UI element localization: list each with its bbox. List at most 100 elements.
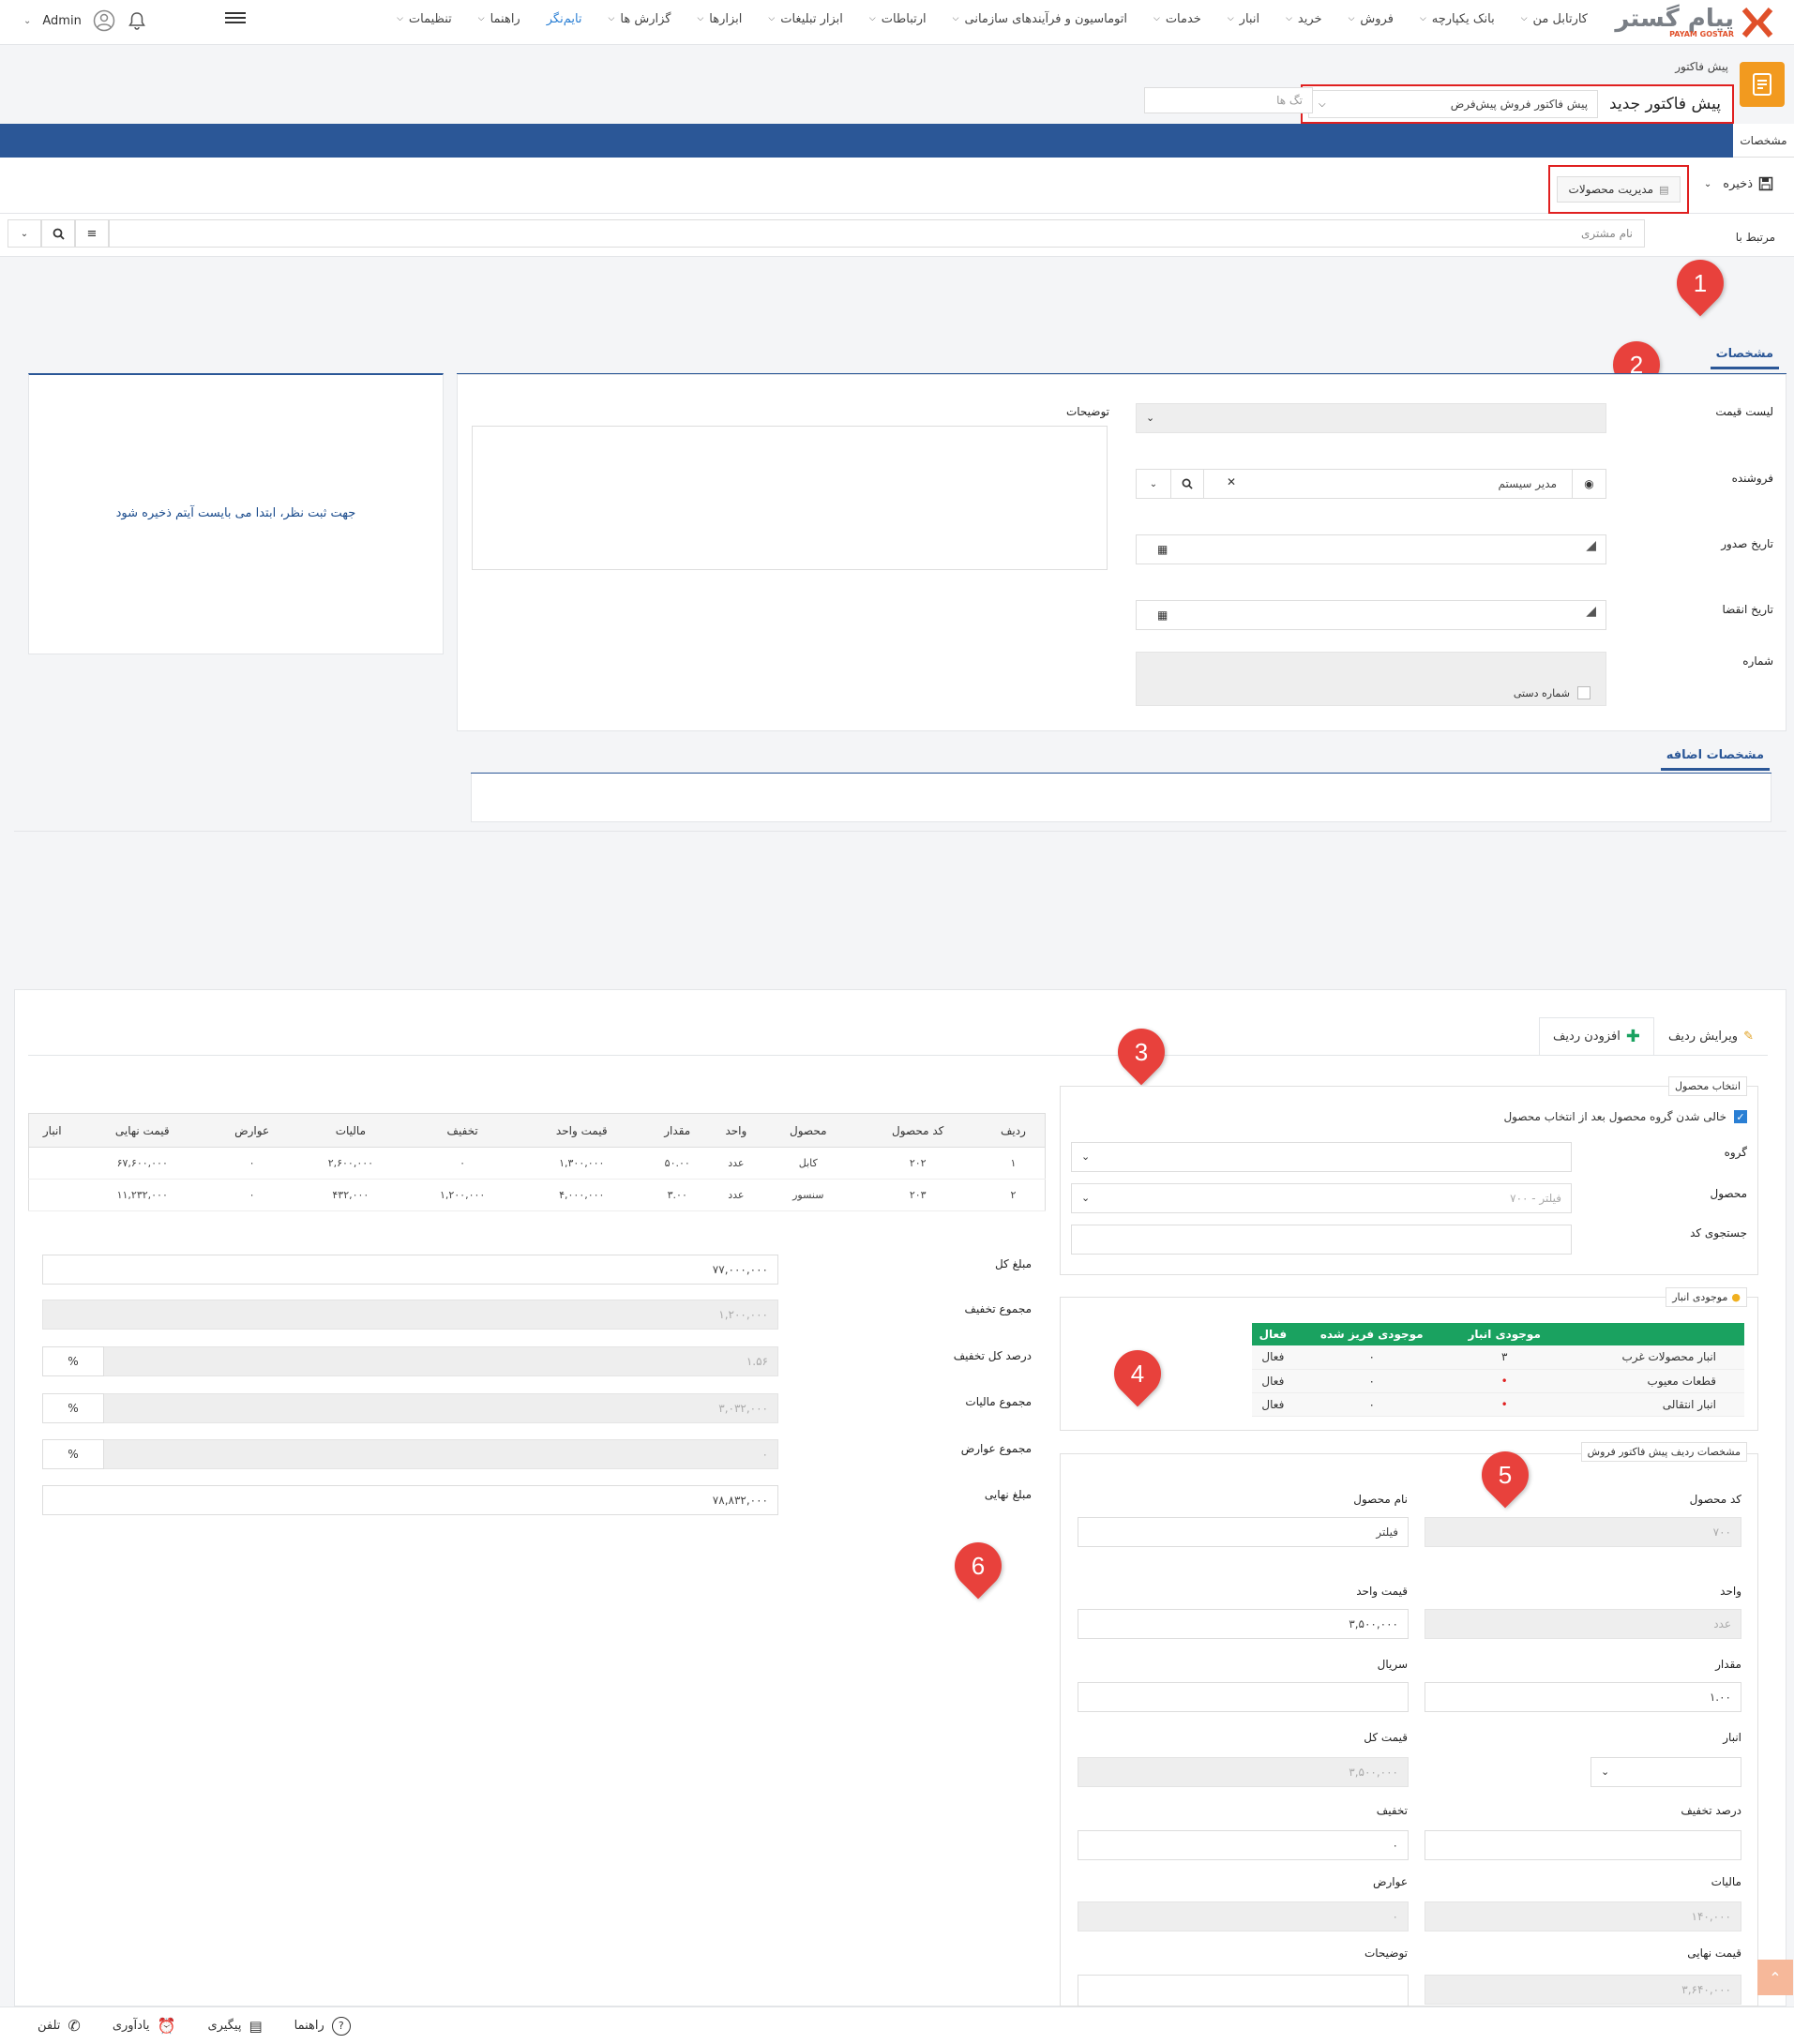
discount-input[interactable]: ۰: [1078, 1830, 1409, 1860]
callout-marker-3: 3: [1108, 1018, 1175, 1087]
tab-add-row[interactable]: ✚ افزودن ردیف: [1538, 1017, 1654, 1055]
table-cell: ۱,۳۰۰,۰۰۰: [518, 1147, 645, 1180]
menu-item[interactable]: ابزار تبلیغات ⌵: [768, 12, 843, 26]
code-search-input[interactable]: [1071, 1225, 1572, 1255]
user-name[interactable]: Admin: [42, 14, 81, 28]
chevron-down-icon: ⌵: [1153, 14, 1160, 23]
warning-icon: ●: [1731, 1291, 1741, 1303]
table-cell: ۲۰۲: [853, 1147, 982, 1180]
plus-icon: ✚: [1625, 1027, 1640, 1046]
expire-date-input[interactable]: ▦ ◢: [1136, 600, 1606, 630]
table-header[interactable]: محصول: [762, 1113, 854, 1148]
search-icon[interactable]: [41, 219, 75, 248]
menu-item[interactable]: ابزارها ⌵: [697, 12, 742, 26]
table-header[interactable]: مقدار: [644, 1113, 710, 1148]
save-button[interactable]: ذخیره ⌄: [1704, 176, 1773, 191]
menu-item[interactable]: خدمات ⌵: [1153, 12, 1201, 26]
group-select[interactable]: ⌄: [1071, 1142, 1572, 1172]
table-cell: •: [1449, 1392, 1560, 1417]
menu-item[interactable]: خرید ⌵: [1286, 12, 1321, 26]
menu-item[interactable]: کارتابل من ⌵: [1521, 12, 1588, 26]
table-row[interactable]: ۲ ۲۰۳ سنسور عدد ۳.۰۰ ۴,۰۰۰,۰۰۰ ۱,۲۰۰,۰۰۰ ۴۳۲,۰۰…: [28, 1179, 1046, 1211]
chevron-down-icon[interactable]: ⌄: [1137, 470, 1170, 498]
hamburger-menu-icon[interactable]: [225, 9, 246, 28]
table-header[interactable]: کد محصول: [853, 1113, 982, 1148]
menu-item[interactable]: اتوماسیون و فرآیندهای سازمانی ⌵: [953, 12, 1127, 26]
table-row[interactable]: ۱ ۲۰۲ کابل عدد ۵۰.۰۰ ۱,۳۰۰,۰۰۰ ۰ ۲,۶۰۰,۰۰۰ ۰ ۶۷,۶…: [28, 1147, 1046, 1180]
menu-item[interactable]: تایم‌نگر: [547, 12, 582, 26]
description-label: توضیحات: [1065, 405, 1109, 418]
menu-item[interactable]: بانک یکپارچه ⌵: [1420, 12, 1495, 26]
menu-item[interactable]: ارتباطات ⌵: [869, 12, 927, 26]
table-header[interactable]: عوارض: [208, 1113, 295, 1148]
tab-specs-top[interactable]: مشخصات: [1733, 124, 1794, 158]
table-header[interactable]: ردیف: [981, 1113, 1046, 1148]
menu-item[interactable]: راهنما ⌵: [478, 12, 520, 26]
serial-label: سریال: [1377, 1658, 1408, 1671]
table-header[interactable]: انبار: [28, 1113, 76, 1148]
footer-help[interactable]: راهنما ?: [294, 2016, 351, 2036]
percent-toggle[interactable]: %: [42, 1346, 104, 1376]
menu-item[interactable]: انبار ⌵: [1228, 12, 1259, 26]
clear-group-checkbox[interactable]: ✓ خالی شدن گروه محصول بعد از انتخاب محصو…: [1503, 1110, 1747, 1123]
quote-type-select[interactable]: پیش فاکتور فروش پیش‌فرض ⌵: [1308, 90, 1599, 118]
tab-specs[interactable]: مشخصات: [1710, 347, 1779, 369]
qty-label: مقدار: [1715, 1658, 1741, 1671]
breadcrumb[interactable]: پیش فاکتور: [1675, 60, 1728, 73]
search-icon[interactable]: [1170, 470, 1204, 498]
footer-reminder[interactable]: یادآوری ⏰: [113, 2017, 176, 2035]
clear-icon[interactable]: ✕: [1227, 475, 1236, 488]
name-input[interactable]: فیلتر: [1078, 1517, 1409, 1547]
table-cell: ۰: [1293, 1369, 1450, 1393]
menu-item[interactable]: فروش ⌵: [1349, 12, 1394, 26]
table-header[interactable]: قیمت نهایی: [75, 1113, 209, 1148]
price-list-select[interactable]: ⌄: [1136, 403, 1606, 433]
footer-followup[interactable]: پیگیری ▤: [207, 2018, 262, 2035]
target-icon[interactable]: ◉: [1572, 470, 1606, 498]
footer-phone[interactable]: تلفن ✆: [38, 2017, 81, 2035]
tags-input[interactable]: تگ ها: [1144, 87, 1313, 113]
seller-label: فروشنده: [1731, 472, 1773, 485]
bell-icon[interactable]: [127, 10, 147, 31]
note-message: جهت ثبت نظر، ابتدا می بایست آیتم ذخیره ش…: [115, 506, 356, 520]
product-manager-button[interactable]: ▤ مدیریت محصولات: [1556, 176, 1681, 203]
unit-label: واحد: [1720, 1585, 1741, 1598]
product-select[interactable]: فیلتر - ۷۰۰ ⌄: [1071, 1183, 1572, 1213]
table-header[interactable]: واحد: [709, 1113, 763, 1148]
menu-item[interactable]: تنظیمات ⌵: [397, 12, 452, 26]
percent-toggle[interactable]: %: [42, 1439, 104, 1469]
chevron-down-icon[interactable]: ⌄: [8, 219, 41, 248]
table-header[interactable]: مالیات: [294, 1113, 407, 1148]
tab-extra-specs[interactable]: مشخصات اضافه: [1660, 748, 1770, 771]
chevron-down-icon[interactable]: ⌄: [23, 16, 31, 26]
percent-toggle[interactable]: %: [42, 1393, 104, 1423]
issue-date-input[interactable]: ▦ ◢: [1136, 534, 1606, 564]
chevron-down-icon[interactable]: ⌄: [1704, 179, 1711, 189]
table-cell: •: [1449, 1369, 1560, 1393]
row-desc-textarea[interactable]: [1078, 1975, 1409, 2006]
manual-number-checkbox[interactable]: شماره دستی: [1514, 686, 1590, 699]
description-textarea[interactable]: [472, 426, 1108, 570]
pencil-icon: ✎: [1743, 1029, 1754, 1044]
tab-edit-row[interactable]: ✎ ویرایش ردیف: [1654, 1017, 1768, 1055]
unit-price-input[interactable]: ۳,۵۰۰,۰۰۰: [1078, 1609, 1409, 1639]
seller-field[interactable]: مدیر سیستم ◉ ✕ ⌄: [1136, 469, 1606, 499]
user-avatar-icon[interactable]: [93, 9, 115, 32]
note-panel: جهت ثبت نظر، ابتدا می بایست آیتم ذخیره ش…: [28, 373, 444, 654]
serial-input[interactable]: [1078, 1682, 1409, 1712]
table-cell: فعال: [1252, 1392, 1294, 1417]
scroll-top-icon[interactable]: ⌃: [1757, 1960, 1793, 1995]
page-title: پیش فاکتور جدید: [1609, 95, 1721, 113]
menu-item[interactable]: گزارش ها ⌵: [609, 12, 671, 26]
discount-sum-input: ۱,۲۰۰,۰۰۰: [42, 1300, 778, 1330]
discount-pct-input[interactable]: [1425, 1830, 1741, 1860]
table-header[interactable]: تخفیف: [406, 1113, 519, 1148]
list-icon[interactable]: ≡: [75, 219, 109, 248]
table-cell: ۲,۶۰۰,۰۰۰: [294, 1147, 407, 1180]
table-header[interactable]: قیمت واحد: [518, 1113, 645, 1148]
warehouse-select[interactable]: ⌄: [1590, 1757, 1741, 1787]
app-logo[interactable]: پیام گستر PAYAM GOSTAR: [1614, 4, 1773, 41]
product-manager-highlight: ▤ مدیریت محصولات: [1548, 165, 1689, 214]
qty-input[interactable]: ۱.۰۰: [1425, 1682, 1741, 1712]
customer-name-input[interactable]: نام مشتری: [109, 219, 1645, 248]
